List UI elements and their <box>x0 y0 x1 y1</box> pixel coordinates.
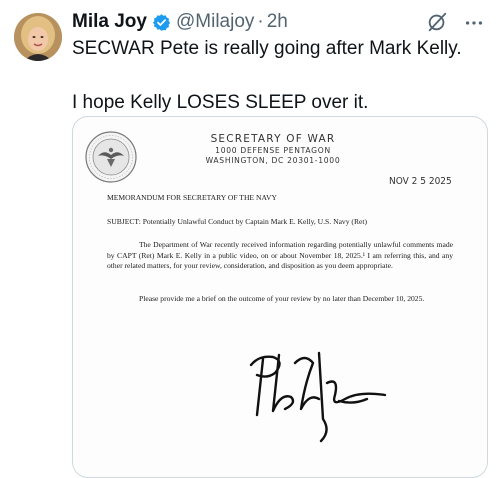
tweet-header: Mila Joy @Milajoy · 2h <box>72 10 288 34</box>
signature <box>235 343 405 443</box>
verified-badge-icon <box>152 13 171 32</box>
separator-dot: · <box>257 11 264 32</box>
tweet-text-line-1: SECWAR Pete is really going after Mark K… <box>72 38 462 59</box>
author-name[interactable]: Mila Joy <box>72 11 147 33</box>
memo-subject: SUBJECT: Potentially Unlawful Conduct by… <box>107 217 368 226</box>
more-icon[interactable] <box>463 12 485 34</box>
letterhead-address-line1: 1000 DEFENSE PENTAGON <box>215 146 331 155</box>
letterhead: SECRETARY OF WAR 1000 DEFENSE PENTAGON W… <box>143 133 403 166</box>
date-stamp: NOV 2 5 2025 <box>389 176 452 187</box>
author-handle[interactable]: @Milajoy <box>176 11 254 33</box>
department-seal-icon <box>85 131 137 183</box>
grok-icon[interactable] <box>426 11 448 33</box>
memo-paragraph-2: Please provide me a brief on the outcome… <box>139 294 425 303</box>
tweet-image-memo[interactable]: SECRETARY OF WAR 1000 DEFENSE PENTAGON W… <box>72 116 488 478</box>
avatar[interactable] <box>14 13 62 61</box>
tweet-text-line-2: I hope Kelly LOSES SLEEP over it. <box>72 92 369 113</box>
tweet-text: SECWAR Pete is really going after Mark K… <box>72 35 492 116</box>
letterhead-title: SECRETARY OF WAR <box>210 133 336 145</box>
timestamp[interactable]: 2h <box>267 11 288 33</box>
letterhead-address-line2: WASHINGTON, DC 20301-1000 <box>205 156 341 165</box>
memo-paragraph-1: The Department of War recently received … <box>107 240 453 270</box>
memo-recipient: MEMORANDUM FOR SECRETARY OF THE NAVY <box>107 193 277 202</box>
